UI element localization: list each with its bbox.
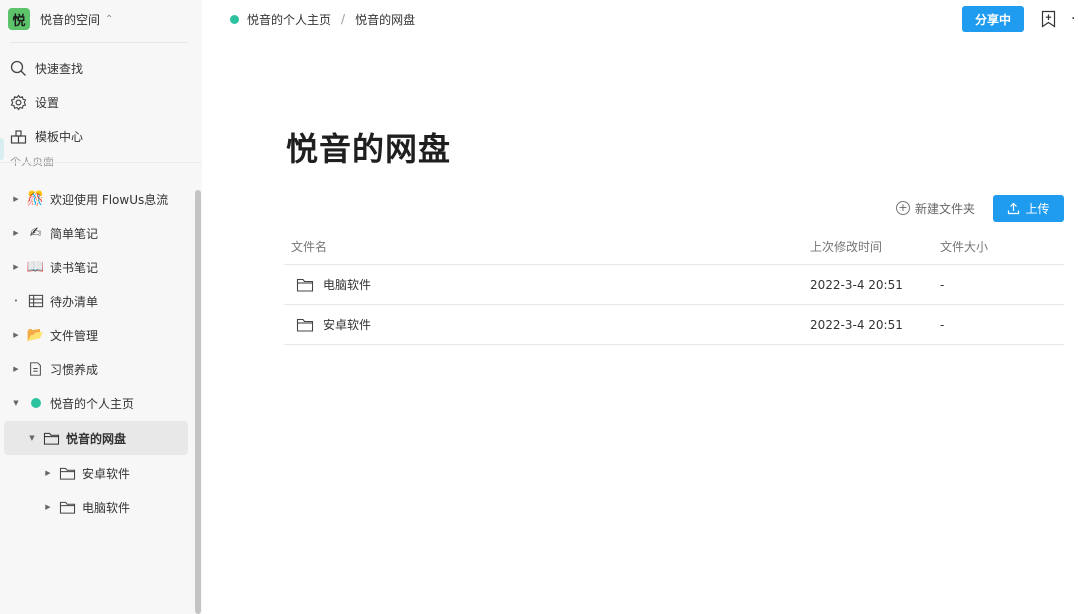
tree-item-label: 简单笔记 — [50, 226, 99, 241]
tree-item-label: 悦音的网盘 — [66, 431, 127, 446]
breadcrumb: 悦音的个人主页 / 悦音的网盘 — [230, 8, 415, 30]
column-header-size[interactable]: 文件大小 — [940, 229, 988, 264]
tree-item-label: 待办清单 — [50, 294, 99, 309]
upload-label: 上传 — [1025, 202, 1050, 216]
sidebar-scrollbar[interactable] — [195, 190, 201, 614]
tree-item-habit-building[interactable]: ▶ 习惯养成 — [10, 352, 200, 386]
breadcrumb-current[interactable]: 悦音的网盘 — [355, 11, 415, 28]
breadcrumb-parent-link[interactable]: 悦音的个人主页 — [247, 11, 331, 28]
file-name-cell: 电脑软件 — [291, 265, 371, 304]
sidebar-item-label: 设置 — [35, 95, 60, 110]
table-header: 文件名 上次修改时间 文件大小 — [284, 229, 1064, 265]
caret-right-icon[interactable]: ▶ — [10, 195, 22, 203]
sidebar-item-settings[interactable]: 设置 — [10, 88, 59, 116]
search-icon — [10, 60, 26, 76]
upload-button[interactable]: 上传 — [993, 195, 1064, 222]
tree-item-label: 安卓软件 — [82, 466, 131, 481]
green-dot-icon — [27, 395, 44, 412]
open-book-icon: 📖 — [26, 259, 45, 275]
column-header-modified[interactable]: 上次修改时间 — [810, 229, 882, 264]
caret-right-icon[interactable]: ▶ — [10, 263, 22, 271]
tree-item-label: 电脑软件 — [82, 500, 131, 515]
caret-right-icon[interactable]: ▶ — [10, 331, 22, 339]
tree-item-label: 欢迎使用 FlowUs息流 — [50, 192, 169, 207]
scroll-indicator — [0, 138, 4, 160]
tree-item-label: 读书笔记 — [50, 260, 99, 275]
caret-down-icon[interactable]: ▼ — [26, 434, 38, 442]
modified-cell: 2022-3-4 20:51 — [810, 277, 903, 292]
new-folder-button[interactable]: + 新建文件夹 — [896, 198, 975, 218]
bullet-icon: • — [13, 297, 19, 305]
table-icon — [27, 293, 44, 310]
size-cell: - — [940, 277, 945, 292]
folder-icon — [59, 499, 76, 516]
page-title: 悦音的网盘 — [286, 130, 452, 168]
template-center-icon — [10, 129, 27, 144]
caret-right-icon[interactable]: ▶ — [42, 503, 54, 511]
column-header-name[interactable]: 文件名 — [291, 229, 327, 264]
tree-item-todo-list[interactable]: • 待办清单 — [10, 284, 200, 318]
caret-down-icon[interactable]: ▼ — [10, 399, 22, 407]
workspace-switcher[interactable]: 悦 悦音的空间 ⌃ — [8, 6, 113, 32]
table-row[interactable]: 安卓软件 2022-3-4 20:51 - — [284, 305, 1064, 345]
folder-icon — [59, 465, 76, 482]
size-cell: - — [940, 317, 945, 332]
sidebar: 悦 悦音的空间 ⌃ 快速查找 设置 模板中心 个人页面 ▶ 🎊 欢迎使用 Flo… — [0, 0, 202, 614]
bookmark-add-icon[interactable] — [1041, 10, 1056, 28]
tree-item-label: 文件管理 — [50, 328, 99, 343]
add-circle-icon: + — [896, 201, 910, 215]
caret-right-icon[interactable]: ▶ — [10, 229, 22, 237]
sidebar-item-quick-search[interactable]: 快速查找 — [10, 54, 83, 82]
file-name-cell: 安卓软件 — [291, 305, 371, 344]
celebration-icon: 🎊 — [26, 191, 45, 207]
tree-item-label: 悦音的个人主页 — [50, 396, 135, 411]
sidebar-item-label: 快速查找 — [35, 61, 84, 76]
more-options-icon[interactable]: · — [1071, 14, 1079, 24]
writing-hand-icon: ✍ — [29, 225, 42, 241]
breadcrumb-separator: / — [341, 12, 346, 26]
file-name: 安卓软件 — [323, 318, 372, 332]
share-button[interactable]: 分享中 — [962, 6, 1024, 32]
sidebar-divider — [10, 42, 188, 43]
modified-cell: 2022-3-4 20:51 — [810, 317, 903, 332]
chevron-updown-icon: ⌃ — [105, 13, 114, 25]
gear-icon — [10, 94, 27, 110]
tree-item-file-management[interactable]: ▶ 📂 文件管理 — [10, 318, 200, 352]
tree-item-welcome[interactable]: ▶ 🎊 欢迎使用 FlowUs息流 — [10, 182, 200, 216]
sidebar-item-label: 模板中心 — [35, 129, 84, 144]
tree-item-android-software[interactable]: ▶ 安卓软件 — [42, 456, 232, 490]
open-folder-icon: 📂 — [26, 327, 45, 343]
new-folder-label: 新建文件夹 — [915, 201, 976, 216]
folder-icon — [296, 278, 314, 292]
section-divider — [0, 162, 202, 163]
folder-icon — [43, 430, 60, 447]
folder-icon — [296, 318, 314, 332]
document-icon — [27, 361, 44, 378]
caret-right-icon[interactable]: ▶ — [10, 365, 22, 373]
file-name: 电脑软件 — [323, 278, 372, 292]
green-dot-icon — [230, 14, 239, 24]
tree-item-pc-software[interactable]: ▶ 电脑软件 — [42, 490, 232, 524]
file-table: 文件名 上次修改时间 文件大小 电脑软件 2022-3-4 20:51 - 安卓… — [284, 229, 1064, 345]
app-window: 悦 悦音的空间 ⌃ 快速查找 设置 模板中心 个人页面 ▶ 🎊 欢迎使用 Flo… — [0, 0, 1079, 614]
tree-item-cloud-drive[interactable]: ▼ 悦音的网盘 — [4, 421, 188, 455]
tree-item-reading-notes[interactable]: ▶ 📖 读书笔记 — [10, 250, 200, 284]
sidebar-item-templates[interactable]: 模板中心 — [10, 122, 83, 150]
table-row[interactable]: 电脑软件 2022-3-4 20:51 - — [284, 265, 1064, 305]
workspace-name: 悦音的空间 — [40, 12, 101, 27]
upload-icon — [1008, 202, 1020, 215]
workspace-logo: 悦 — [8, 8, 30, 30]
caret-right-icon[interactable]: ▶ — [42, 469, 54, 477]
tree-item-label: 习惯养成 — [50, 362, 99, 377]
tree-item-personal-homepage[interactable]: ▼ 悦音的个人主页 — [10, 386, 200, 420]
tree-item-simple-notes[interactable]: ▶ ✍ 简单笔记 — [10, 216, 200, 250]
